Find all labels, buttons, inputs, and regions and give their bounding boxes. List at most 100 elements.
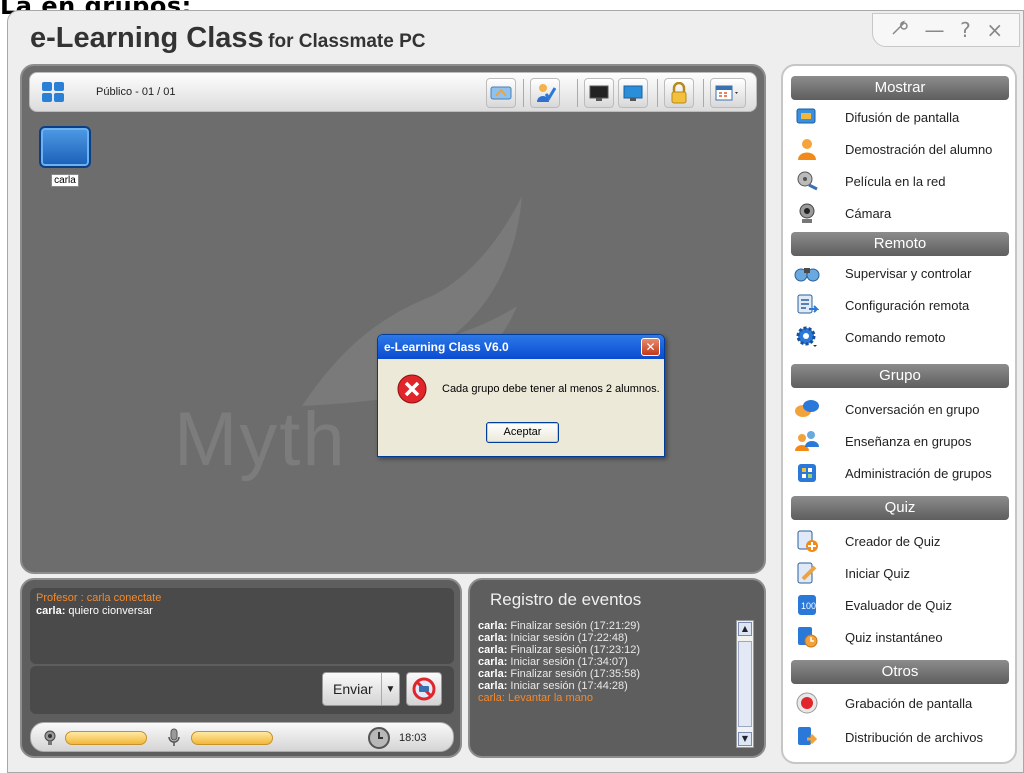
grid-view-icon[interactable] [42, 82, 64, 102]
app-title-main: e-Learning Class [30, 22, 264, 54]
section-remoto: Remoto [791, 232, 1009, 256]
sidebar-item-student-demo[interactable]: Demostración del alumno [793, 134, 1013, 164]
remote-config-icon [793, 291, 821, 319]
svg-text:100: 100 [801, 601, 816, 611]
function-sidebar: Mostrar Difusión de pantalla Demostració… [781, 64, 1017, 764]
chat-panel: Profesor : carla conectate carla: quiero… [20, 578, 462, 758]
chat-text: quiero cionversar [68, 605, 153, 617]
sidebar-item-group-admin[interactable]: Administración de grupos [793, 458, 1013, 488]
instant-quiz-icon [793, 623, 821, 651]
prohibited-icon [412, 677, 436, 701]
event-item: carla: Iniciar sesión (17:44:28) [478, 680, 628, 692]
record-icon [793, 689, 821, 717]
group-admin-icon [793, 459, 821, 487]
tools-icon[interactable] [889, 18, 909, 43]
event-log-panel: Registro de eventos carla: Finalizar ses… [468, 578, 766, 758]
camera-icon [793, 199, 821, 227]
student-demo-icon [793, 135, 821, 163]
section-otros: Otros [791, 660, 1009, 684]
start-quiz-icon [793, 559, 821, 587]
dialog-title: e-Learning Class V6.0 [384, 340, 509, 354]
watermark-text: Myth [174, 397, 347, 482]
sidebar-item-screen-recording[interactable]: Grabación de pantalla [793, 688, 1013, 718]
group-users-icon [793, 427, 821, 455]
chat-sender: carla: [36, 605, 66, 617]
quiz-creator-icon [793, 527, 821, 555]
clock-icon [368, 727, 390, 749]
sidebar-item-remote-command[interactable]: Comando remoto [793, 322, 1013, 352]
film-reel-icon [793, 167, 821, 195]
chat-text: carla conectate [86, 592, 162, 604]
sidebar-item-monitor-control[interactable]: Supervisar y controlar [793, 258, 1013, 288]
student-computer[interactable]: carla [39, 126, 91, 187]
webcam-level [65, 731, 147, 745]
file-distribution-icon [793, 723, 821, 751]
dialog-message: Cada grupo debe tener al menos 2 alumnos… [442, 383, 660, 395]
layout-menu-icon[interactable] [710, 78, 746, 108]
chat-message: Profesor : carla conectate [36, 592, 162, 604]
broadcast-icon[interactable] [486, 78, 516, 108]
clock-time: 18:03 [399, 732, 427, 744]
student-monitor-icon[interactable] [39, 126, 91, 168]
sidebar-item-group-teaching[interactable]: Enseñanza en grupos [793, 426, 1013, 456]
chat-bubbles-icon [793, 395, 821, 423]
sidebar-item-quiz-creator[interactable]: Creador de Quiz [793, 526, 1013, 556]
event-item: carla: Iniciar sesión (17:22:48) [478, 632, 628, 644]
sidebar-item-quiz-evaluator[interactable]: 100 Evaluador de Quiz [793, 590, 1013, 620]
chat-history: Profesor : carla conectate carla: quiero… [30, 588, 454, 664]
no-chat-button[interactable] [406, 672, 442, 706]
sidebar-item-screen-broadcast[interactable]: Difusión de pantalla [793, 102, 1013, 132]
sidebar-item-instant-quiz[interactable]: Quiz instantáneo [793, 622, 1013, 652]
chat-message: carla: quiero cionversar [36, 605, 448, 618]
classroom-toolbar: Público - 01 / 01 [29, 72, 757, 112]
microphone-level [191, 731, 273, 745]
section-quiz: Quiz [791, 496, 1009, 520]
chevron-down-icon[interactable]: ▼ [381, 673, 399, 705]
window-controls: — ? × [872, 13, 1020, 47]
student-name: carla [51, 174, 79, 187]
sidebar-item-remote-config[interactable]: Configuración remota [793, 290, 1013, 320]
check-icon[interactable] [530, 78, 560, 108]
error-dialog: e-Learning Class V6.0 ✕ Cada grupo debe … [377, 334, 665, 457]
close-button[interactable]: × [986, 18, 1003, 42]
sidebar-item-camera[interactable]: Cámara [793, 198, 1013, 228]
error-icon [397, 374, 427, 404]
quiz-evaluator-icon: 100 [793, 591, 821, 619]
monitor-black-icon[interactable] [584, 78, 614, 108]
binoculars-icon [793, 259, 821, 287]
sidebar-item-group-chat[interactable]: Conversación en grupo [793, 394, 1013, 424]
send-button[interactable]: Enviar ▼ [322, 672, 400, 706]
event-scrollbar[interactable]: ▲ ▼ [736, 620, 754, 748]
help-button[interactable]: ? [960, 18, 971, 42]
sidebar-item-start-quiz[interactable]: Iniciar Quiz [793, 558, 1013, 588]
screen-broadcast-icon [793, 103, 821, 131]
app-title-sub: for Classmate PC [268, 31, 426, 52]
webcam-icon [44, 730, 56, 745]
send-label: Enviar [333, 681, 373, 697]
sidebar-item-file-distribution[interactable]: Distribución de archivos [793, 722, 1013, 752]
classroom-panel: Myth Público - 01 / 01 carla [20, 64, 766, 574]
event-item-highlight: carla: Levantar la mano [478, 692, 593, 704]
event-item: carla: Finalizar sesión (17:23:12) [478, 644, 641, 656]
event-item: carla: Finalizar sesión (17:35:58) [478, 668, 641, 680]
lock-icon[interactable] [664, 78, 694, 108]
monitor-blue-icon[interactable] [618, 78, 648, 108]
scroll-down-icon[interactable]: ▼ [738, 732, 752, 746]
gear-icon [793, 323, 821, 351]
scroll-up-icon[interactable]: ▲ [738, 622, 752, 636]
section-grupo: Grupo [791, 364, 1009, 388]
minimize-button[interactable]: — [924, 18, 944, 42]
scroll-thumb[interactable] [738, 641, 752, 727]
event-list: carla: Finalizar sesión (17:21:29) carla… [478, 620, 738, 754]
view-label: Público - 01 / 01 [96, 86, 176, 98]
sidebar-item-network-movie[interactable]: Película en la red [793, 166, 1013, 196]
ok-button[interactable]: Aceptar [486, 422, 559, 443]
event-item: carla: Finalizar sesión (17:21:29) [478, 620, 641, 632]
dialog-title-bar: e-Learning Class V6.0 ✕ [378, 335, 664, 359]
dialog-close-button[interactable]: ✕ [641, 338, 660, 356]
event-item: carla: Iniciar sesión (17:34:07) [478, 656, 628, 668]
app-title: e-Learning Class for Classmate PC [30, 22, 425, 55]
microphone-icon [168, 728, 180, 746]
status-bar: 18:03 [30, 722, 454, 752]
event-log-title: Registro de eventos [490, 590, 642, 609]
